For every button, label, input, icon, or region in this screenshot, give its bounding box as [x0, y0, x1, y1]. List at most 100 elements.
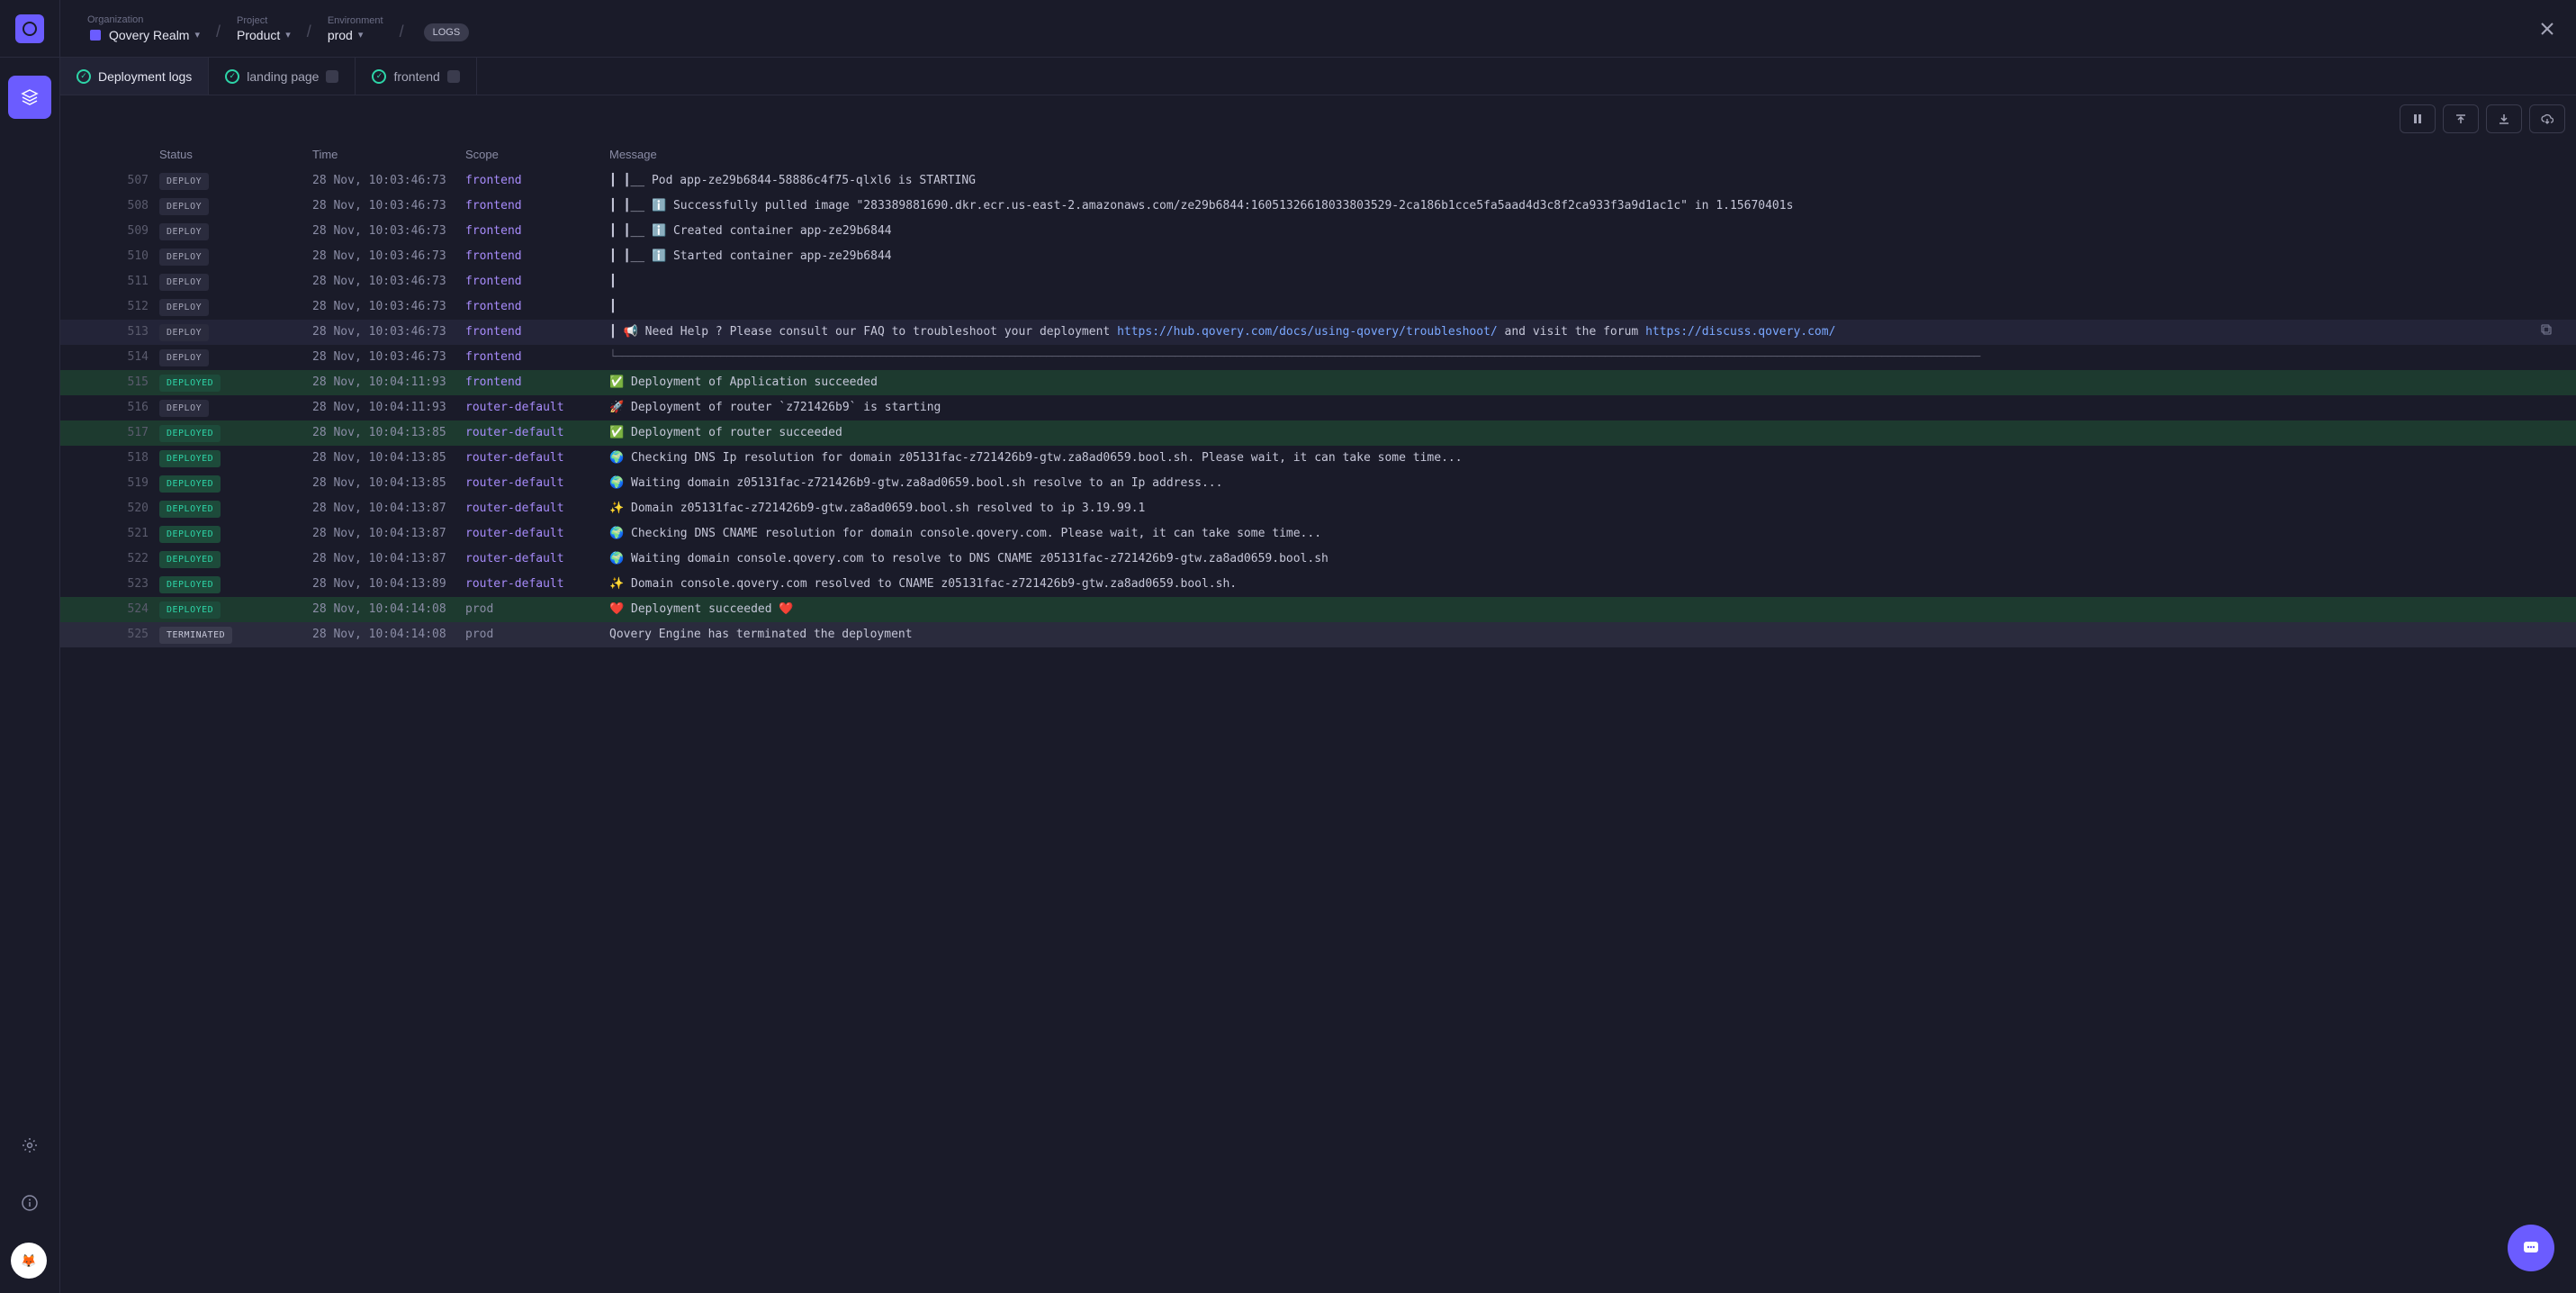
log-scope[interactable]: router-default	[465, 550, 609, 568]
scroll-top-button[interactable]	[2443, 104, 2479, 133]
log-scope[interactable]: frontend	[465, 348, 609, 366]
log-row[interactable]: 515DEPLOYED28 Nov, 10:04:11:93frontend✅ …	[60, 370, 2576, 395]
status-success-icon	[225, 69, 239, 84]
log-message: 🌍 Waiting domain console.qovery.com to r…	[609, 550, 2540, 568]
log-row[interactable]: 520DEPLOYED28 Nov, 10:04:13:87router-def…	[60, 496, 2576, 521]
log-row[interactable]: 521DEPLOYED28 Nov, 10:04:13:87router-def…	[60, 521, 2576, 547]
copy-icon[interactable]	[2540, 323, 2576, 336]
qovery-logo-icon[interactable]	[15, 14, 44, 43]
line-number: 510	[60, 248, 159, 266]
line-number: 511	[60, 273, 159, 291]
breadcrumb-project[interactable]: Project Product ▾	[237, 15, 291, 42]
log-link[interactable]: https://hub.qovery.com/docs/using-qovery…	[1117, 325, 1498, 339]
log-time: 28 Nov, 10:04:13:87	[312, 500, 465, 518]
log-scope[interactable]: router-default	[465, 575, 609, 593]
breadcrumb-separator: /	[394, 23, 410, 43]
user-avatar[interactable]: 🦊	[11, 1243, 47, 1279]
log-row[interactable]: 519DEPLOYED28 Nov, 10:04:13:85router-def…	[60, 471, 2576, 496]
log-row[interactable]: 507DEPLOY28 Nov, 10:03:46:73frontend┃ ┃_…	[60, 168, 2576, 194]
log-row[interactable]: 514DEPLOY28 Nov, 10:03:46:73frontend└───…	[60, 345, 2576, 370]
breadcrumb-organization[interactable]: Organization Qovery Realm ▾	[87, 14, 200, 43]
line-number: 517	[60, 424, 159, 442]
log-row[interactable]: 518DEPLOYED28 Nov, 10:04:13:85router-def…	[60, 446, 2576, 471]
log-message: ┃ ┃__ ℹ️ Created container app-ze29b6844	[609, 222, 2540, 240]
log-message: 🌍 Checking DNS Ip resolution for domain …	[609, 449, 2540, 467]
status-pill: DEPLOY	[159, 249, 209, 266]
breadcrumb-environment[interactable]: Environment prod ▾	[328, 15, 383, 42]
download-button[interactable]	[2486, 104, 2522, 133]
log-message: Qovery Engine has terminated the deploym…	[609, 626, 2540, 644]
tab-deployment-logs[interactable]: Deployment logs	[60, 58, 209, 95]
log-row[interactable]: 517DEPLOYED28 Nov, 10:04:13:85router-def…	[60, 420, 2576, 446]
line-number: 524	[60, 601, 159, 619]
log-row[interactable]: 510DEPLOY28 Nov, 10:03:46:73frontend┃ ┃_…	[60, 244, 2576, 269]
rail-layers-button[interactable]	[8, 76, 51, 119]
log-time: 28 Nov, 10:04:14:08	[312, 601, 465, 619]
log-scope[interactable]: prod	[465, 626, 609, 644]
log-row[interactable]: 516DEPLOY28 Nov, 10:04:11:93router-defau…	[60, 395, 2576, 420]
chat-button[interactable]	[2508, 1225, 2554, 1271]
line-number: 522	[60, 550, 159, 568]
log-time: 28 Nov, 10:04:13:85	[312, 449, 465, 467]
cloud-download-button[interactable]	[2529, 104, 2565, 133]
log-message: ┃ ┃__ Pod app-ze29b6844-58886c4f75-qlxl6…	[609, 172, 2540, 190]
log-row[interactable]: 513DEPLOY28 Nov, 10:03:46:73frontend┃ 📢 …	[60, 320, 2576, 345]
log-message: 🌍 Waiting domain z05131fac-z721426b9-gtw…	[609, 475, 2540, 493]
log-scope[interactable]: router-default	[465, 525, 609, 543]
logs-badge: LOGS	[424, 23, 470, 41]
log-area[interactable]: Status Time Scope Message 507DEPLOY28 No…	[60, 95, 2576, 1293]
chevron-down-icon: ▾	[285, 29, 291, 41]
line-number: 514	[60, 348, 159, 366]
log-time: 28 Nov, 10:04:11:93	[312, 374, 465, 392]
status-pill: DEPLOY	[159, 324, 209, 341]
log-message: ┃ ┃__ ℹ️ Successfully pulled image "2833…	[609, 197, 2540, 215]
log-scope[interactable]: router-default	[465, 424, 609, 442]
log-scope[interactable]: frontend	[465, 197, 609, 215]
log-row[interactable]: 524DEPLOYED28 Nov, 10:04:14:08prod❤️ Dep…	[60, 597, 2576, 622]
log-scope[interactable]: frontend	[465, 273, 609, 291]
log-time: 28 Nov, 10:04:13:87	[312, 525, 465, 543]
line-number: 515	[60, 374, 159, 392]
log-row[interactable]: 512DEPLOY28 Nov, 10:03:46:73frontend┃	[60, 294, 2576, 320]
line-number: 520	[60, 500, 159, 518]
status-success-icon	[372, 69, 386, 84]
status-pill: DEPLOY	[159, 223, 209, 240]
log-scope[interactable]: frontend	[465, 222, 609, 240]
log-link[interactable]: https://discuss.qovery.com/	[1645, 325, 1835, 339]
log-time: 28 Nov, 10:03:46:73	[312, 172, 465, 190]
log-scope[interactable]: frontend	[465, 374, 609, 392]
chevron-down-icon: ▾	[358, 29, 364, 41]
log-scope[interactable]: router-default	[465, 500, 609, 518]
left-rail	[0, 58, 60, 1293]
log-row[interactable]: 511DEPLOY28 Nov, 10:03:46:73frontend┃	[60, 269, 2576, 294]
log-scope[interactable]: router-default	[465, 449, 609, 467]
tab-frontend[interactable]: frontend	[356, 58, 476, 95]
log-scope[interactable]: frontend	[465, 323, 609, 341]
log-time: 28 Nov, 10:04:11:93	[312, 399, 465, 417]
tab-landing-page[interactable]: landing page	[209, 58, 356, 95]
status-pill: DEPLOYED	[159, 576, 221, 593]
log-row[interactable]: 525TERMINATED28 Nov, 10:04:14:08prodQove…	[60, 622, 2576, 647]
bc-org-value: Qovery Realm	[109, 28, 189, 42]
log-row[interactable]: 509DEPLOY28 Nov, 10:03:46:73frontend┃ ┃_…	[60, 219, 2576, 244]
log-scope[interactable]: router-default	[465, 475, 609, 493]
log-scope[interactable]: frontend	[465, 172, 609, 190]
chevron-down-icon: ▾	[194, 29, 200, 41]
close-button[interactable]	[2529, 11, 2565, 47]
log-row[interactable]: 522DEPLOYED28 Nov, 10:04:13:87router-def…	[60, 547, 2576, 572]
rail-settings-button[interactable]	[8, 1124, 51, 1167]
log-row[interactable]: 508DEPLOY28 Nov, 10:03:46:73frontend┃ ┃_…	[60, 194, 2576, 219]
log-scope[interactable]: router-default	[465, 399, 609, 417]
log-scope[interactable]: frontend	[465, 248, 609, 266]
log-message: ┃ 📢 Need Help ? Please consult our FAQ t…	[609, 323, 2540, 341]
pause-button[interactable]	[2400, 104, 2436, 133]
breadcrumb-separator: /	[211, 23, 226, 43]
log-scope[interactable]: frontend	[465, 298, 609, 316]
log-time: 28 Nov, 10:03:46:73	[312, 273, 465, 291]
log-row[interactable]: 523DEPLOYED28 Nov, 10:04:13:89router-def…	[60, 572, 2576, 597]
col-status: Status	[159, 148, 312, 161]
line-number: 516	[60, 399, 159, 417]
col-message: Message	[609, 148, 2576, 161]
log-scope[interactable]: prod	[465, 601, 609, 619]
rail-info-button[interactable]	[8, 1181, 51, 1225]
